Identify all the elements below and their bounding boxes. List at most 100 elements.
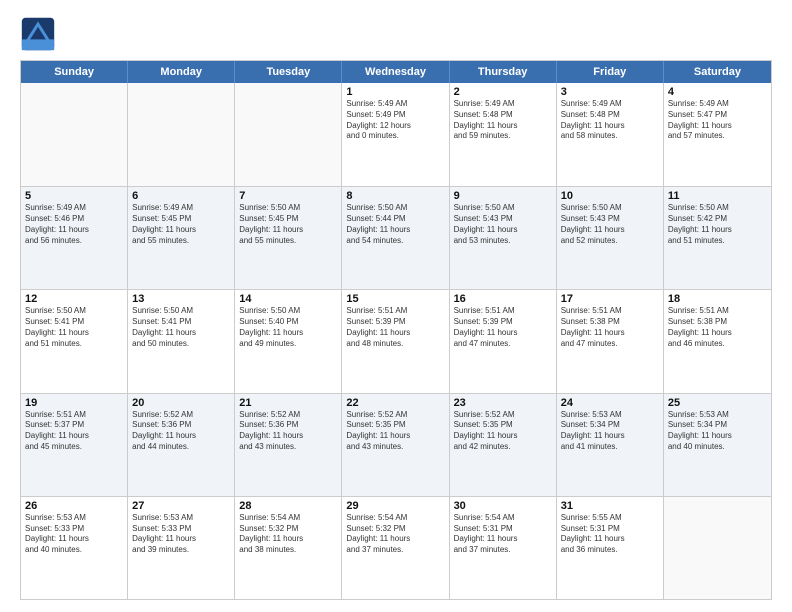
cell-info-line: Sunrise: 5:51 AM bbox=[25, 410, 123, 421]
cell-info-line: Daylight: 11 hours bbox=[454, 121, 552, 132]
cell-info-line: Daylight: 11 hours bbox=[346, 225, 444, 236]
table-row: 2Sunrise: 5:49 AMSunset: 5:48 PMDaylight… bbox=[450, 83, 557, 186]
table-row: 20Sunrise: 5:52 AMSunset: 5:36 PMDayligh… bbox=[128, 394, 235, 496]
day-number: 9 bbox=[454, 190, 552, 202]
cell-info-line: Daylight: 11 hours bbox=[25, 534, 123, 545]
day-number: 4 bbox=[668, 86, 767, 98]
calendar: SundayMondayTuesdayWednesdayThursdayFrid… bbox=[20, 60, 772, 600]
day-number: 5 bbox=[25, 190, 123, 202]
cell-info-line: Daylight: 11 hours bbox=[346, 534, 444, 545]
cell-info-line: Sunset: 5:41 PM bbox=[25, 317, 123, 328]
table-row: 27Sunrise: 5:53 AMSunset: 5:33 PMDayligh… bbox=[128, 497, 235, 599]
day-number: 13 bbox=[132, 293, 230, 305]
cell-info-line: Daylight: 11 hours bbox=[25, 328, 123, 339]
cell-info-line: Sunrise: 5:52 AM bbox=[346, 410, 444, 421]
cell-info-line: Sunset: 5:39 PM bbox=[346, 317, 444, 328]
day-number: 24 bbox=[561, 397, 659, 409]
cell-info-line: Sunset: 5:35 PM bbox=[346, 420, 444, 431]
cell-info-line: Sunset: 5:36 PM bbox=[132, 420, 230, 431]
cell-info-line: Sunset: 5:45 PM bbox=[132, 214, 230, 225]
day-number: 16 bbox=[454, 293, 552, 305]
cell-info-line: Sunrise: 5:54 AM bbox=[346, 513, 444, 524]
cell-info-line: Sunrise: 5:50 AM bbox=[346, 203, 444, 214]
cell-info-line: Sunset: 5:48 PM bbox=[561, 110, 659, 121]
cell-info-line: Sunset: 5:49 PM bbox=[346, 110, 444, 121]
cell-info-line: Sunrise: 5:49 AM bbox=[346, 99, 444, 110]
cell-info-line: Sunrise: 5:52 AM bbox=[239, 410, 337, 421]
cell-info-line: Sunrise: 5:50 AM bbox=[132, 306, 230, 317]
day-number: 25 bbox=[668, 397, 767, 409]
cell-info-line: Sunset: 5:32 PM bbox=[346, 524, 444, 535]
cell-info-line: Sunset: 5:47 PM bbox=[668, 110, 767, 121]
cell-info-line: Sunrise: 5:51 AM bbox=[561, 306, 659, 317]
table-row: 19Sunrise: 5:51 AMSunset: 5:37 PMDayligh… bbox=[21, 394, 128, 496]
cell-info-line: and 47 minutes. bbox=[454, 339, 552, 350]
table-row: 12Sunrise: 5:50 AMSunset: 5:41 PMDayligh… bbox=[21, 290, 128, 392]
cell-info-line: Sunrise: 5:51 AM bbox=[346, 306, 444, 317]
cell-info-line: Sunset: 5:39 PM bbox=[454, 317, 552, 328]
table-row: 10Sunrise: 5:50 AMSunset: 5:43 PMDayligh… bbox=[557, 187, 664, 289]
cell-info-line: Sunrise: 5:54 AM bbox=[239, 513, 337, 524]
cell-info-line: Sunset: 5:45 PM bbox=[239, 214, 337, 225]
cell-info-line: Sunrise: 5:50 AM bbox=[561, 203, 659, 214]
cell-info-line: Sunset: 5:42 PM bbox=[668, 214, 767, 225]
header-day-thursday: Thursday bbox=[450, 61, 557, 83]
cell-info-line: Sunrise: 5:49 AM bbox=[25, 203, 123, 214]
cell-info-line: and 50 minutes. bbox=[132, 339, 230, 350]
day-number: 11 bbox=[668, 190, 767, 202]
cell-info-line: Sunrise: 5:49 AM bbox=[561, 99, 659, 110]
cell-info-line: Sunset: 5:40 PM bbox=[239, 317, 337, 328]
header-day-monday: Monday bbox=[128, 61, 235, 83]
cell-info-line: Daylight: 11 hours bbox=[561, 121, 659, 132]
cell-info-line: Sunset: 5:46 PM bbox=[25, 214, 123, 225]
logo-icon bbox=[20, 16, 56, 52]
cell-info-line: and 44 minutes. bbox=[132, 442, 230, 453]
day-number: 10 bbox=[561, 190, 659, 202]
table-row: 7Sunrise: 5:50 AMSunset: 5:45 PMDaylight… bbox=[235, 187, 342, 289]
cell-info-line: Sunset: 5:34 PM bbox=[668, 420, 767, 431]
cell-info-line: Sunrise: 5:49 AM bbox=[132, 203, 230, 214]
cell-info-line: Daylight: 11 hours bbox=[561, 225, 659, 236]
table-row: 22Sunrise: 5:52 AMSunset: 5:35 PMDayligh… bbox=[342, 394, 449, 496]
header-day-tuesday: Tuesday bbox=[235, 61, 342, 83]
cell-info-line: Sunrise: 5:53 AM bbox=[25, 513, 123, 524]
table-row: 8Sunrise: 5:50 AMSunset: 5:44 PMDaylight… bbox=[342, 187, 449, 289]
day-number: 23 bbox=[454, 397, 552, 409]
cell-info-line: Sunrise: 5:51 AM bbox=[454, 306, 552, 317]
cell-info-line: Sunrise: 5:52 AM bbox=[132, 410, 230, 421]
table-row: 26Sunrise: 5:53 AMSunset: 5:33 PMDayligh… bbox=[21, 497, 128, 599]
cell-info-line: Daylight: 11 hours bbox=[239, 431, 337, 442]
cell-info-line: and 55 minutes. bbox=[132, 236, 230, 247]
day-number: 28 bbox=[239, 500, 337, 512]
day-number: 7 bbox=[239, 190, 337, 202]
day-number: 19 bbox=[25, 397, 123, 409]
cell-info-line: Daylight: 11 hours bbox=[668, 431, 767, 442]
cell-info-line: Sunrise: 5:53 AM bbox=[132, 513, 230, 524]
day-number: 22 bbox=[346, 397, 444, 409]
day-number: 14 bbox=[239, 293, 337, 305]
cell-info-line: Daylight: 11 hours bbox=[668, 225, 767, 236]
cell-info-line: Daylight: 11 hours bbox=[25, 431, 123, 442]
cell-info-line: Sunrise: 5:54 AM bbox=[454, 513, 552, 524]
cell-info-line: Daylight: 11 hours bbox=[25, 225, 123, 236]
day-number: 8 bbox=[346, 190, 444, 202]
cell-info-line: Daylight: 11 hours bbox=[668, 121, 767, 132]
cell-info-line: Daylight: 11 hours bbox=[346, 431, 444, 442]
day-number: 17 bbox=[561, 293, 659, 305]
table-row: 25Sunrise: 5:53 AMSunset: 5:34 PMDayligh… bbox=[664, 394, 771, 496]
day-number: 29 bbox=[346, 500, 444, 512]
cell-info-line: Sunrise: 5:49 AM bbox=[668, 99, 767, 110]
calendar-week-1: 1Sunrise: 5:49 AMSunset: 5:49 PMDaylight… bbox=[21, 83, 771, 186]
cell-info-line: and 53 minutes. bbox=[454, 236, 552, 247]
table-row bbox=[235, 83, 342, 186]
cell-info-line: Sunset: 5:36 PM bbox=[239, 420, 337, 431]
cell-info-line: and 57 minutes. bbox=[668, 131, 767, 142]
day-number: 30 bbox=[454, 500, 552, 512]
calendar-body: 1Sunrise: 5:49 AMSunset: 5:49 PMDaylight… bbox=[21, 83, 771, 599]
day-number: 12 bbox=[25, 293, 123, 305]
day-number: 27 bbox=[132, 500, 230, 512]
cell-info-line: Daylight: 11 hours bbox=[668, 328, 767, 339]
table-row: 29Sunrise: 5:54 AMSunset: 5:32 PMDayligh… bbox=[342, 497, 449, 599]
cell-info-line: Sunset: 5:44 PM bbox=[346, 214, 444, 225]
cell-info-line: Sunrise: 5:50 AM bbox=[668, 203, 767, 214]
